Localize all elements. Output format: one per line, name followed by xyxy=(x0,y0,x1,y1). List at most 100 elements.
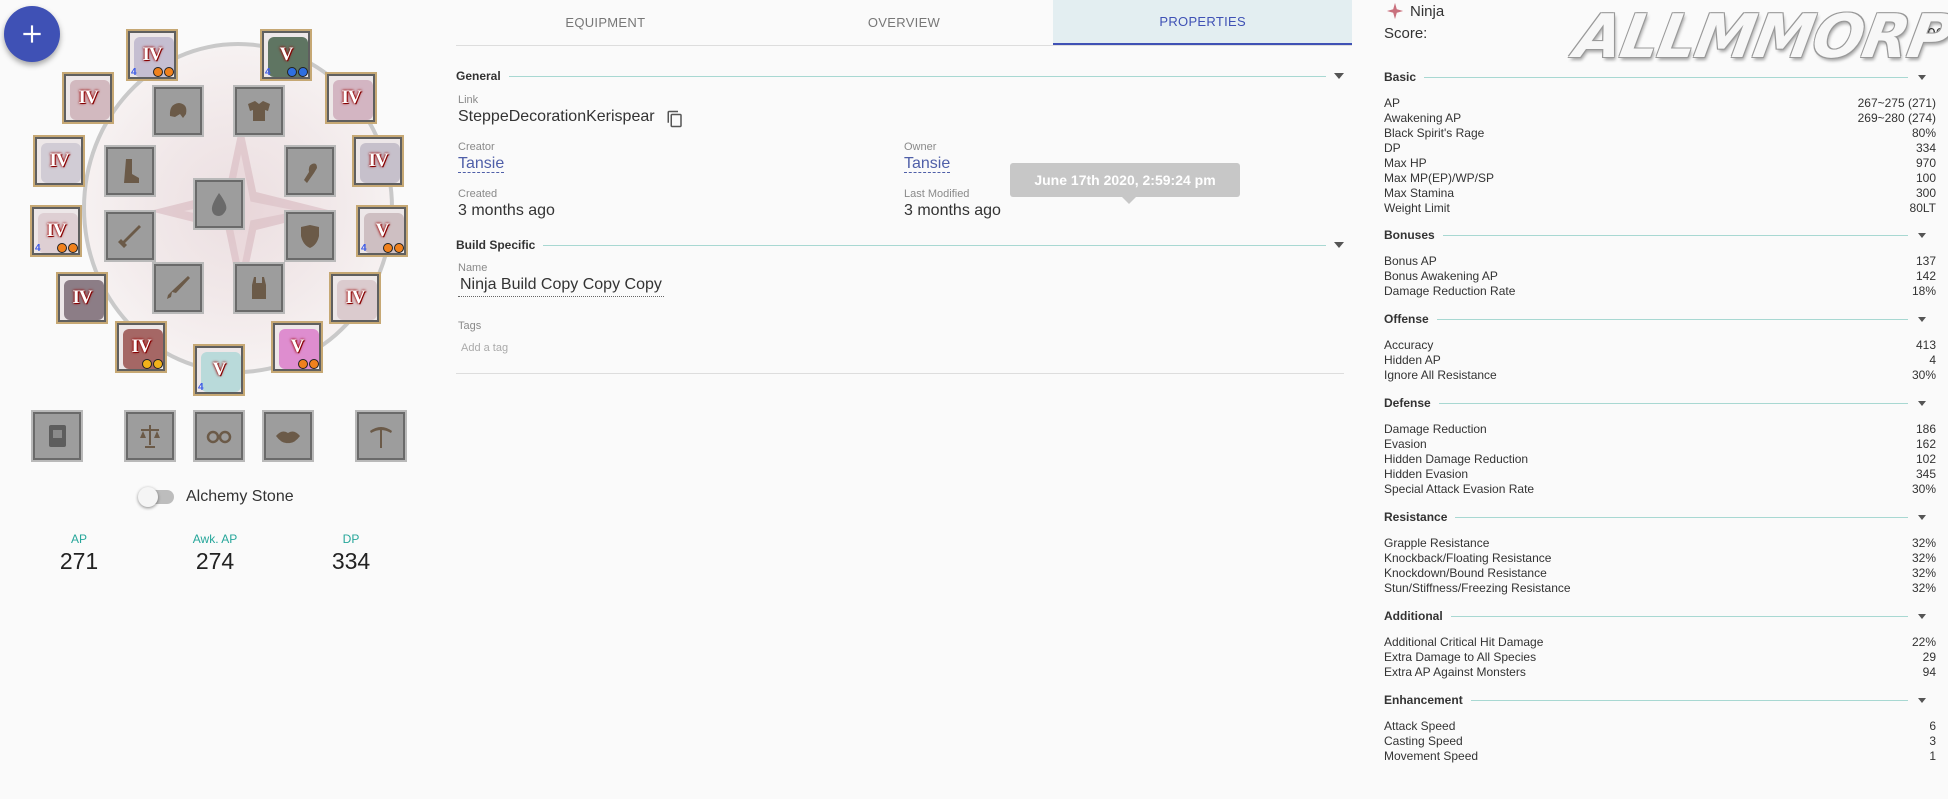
stat-row: Casting Speed 3 xyxy=(1384,734,1936,749)
add-build-button[interactable] xyxy=(4,6,60,62)
gear-slot-ring-1[interactable]: IV xyxy=(62,72,114,124)
section-defense-header[interactable]: Defense xyxy=(1384,395,1930,411)
section-title: Additional xyxy=(1384,609,1443,623)
stat-row: Black Spirit's Rage 80% xyxy=(1384,126,1936,141)
costume-slot[interactable] xyxy=(233,262,285,314)
gear-slot-sub-weapon[interactable]: V xyxy=(271,321,323,373)
gear-slot-belt[interactable]: IV 4 xyxy=(30,205,82,257)
tab-equipment[interactable]: EQUIPMENT xyxy=(456,0,755,45)
link-value: SteppeDecorationKerispear xyxy=(458,108,655,125)
stat-value: 269~280 (274) xyxy=(1857,111,1936,125)
build-name-input[interactable]: Ninja Build Copy Copy Copy xyxy=(458,276,664,297)
build-specific-section-header[interactable]: Build Specific xyxy=(456,235,1344,255)
gear-slot-necklace-2[interactable]: V 4 xyxy=(260,29,312,81)
boots-icon xyxy=(124,159,139,183)
armor-slot[interactable] xyxy=(233,85,285,137)
item-count: 4 xyxy=(265,67,271,78)
lifeskill-slot-3[interactable] xyxy=(262,410,314,462)
enhancement-level: V xyxy=(279,44,294,65)
stat-value: 267~275 (271) xyxy=(1857,96,1936,110)
sub-weapon-slot[interactable] xyxy=(104,210,156,262)
link-field: Link SteppeDecorationKerispear xyxy=(458,94,655,126)
alchemy-stone-toggle[interactable]: Alchemy Stone xyxy=(138,487,294,507)
lifeskill-slot-2[interactable] xyxy=(193,410,245,462)
owner-link[interactable]: Tansie xyxy=(904,155,951,173)
score-label: Score: xyxy=(1384,25,1428,42)
chevron-down-icon xyxy=(1918,613,1926,619)
tags-input[interactable]: Add a tag xyxy=(458,342,508,354)
stat-value: 29 xyxy=(1922,650,1936,664)
shoes-slot[interactable] xyxy=(104,145,156,197)
stat-value: 271 xyxy=(59,548,99,574)
main-weapon-slot[interactable] xyxy=(193,178,245,230)
stat-name: Casting Speed xyxy=(1384,734,1463,748)
stat-value: 162 xyxy=(1915,437,1936,451)
lifeskill-slot-1[interactable] xyxy=(124,410,176,462)
section-bonuses-header[interactable]: Bonuses xyxy=(1384,227,1930,243)
stat-row: Accuracy 413 xyxy=(1384,338,1936,353)
copy-icon[interactable] xyxy=(666,110,684,128)
stat-name: Bonus AP xyxy=(1384,254,1437,268)
stat-value: 970 xyxy=(1915,156,1936,170)
stat-name: DP xyxy=(1384,141,1401,155)
helmet-slot[interactable] xyxy=(152,85,204,137)
chevron-down-icon xyxy=(1918,514,1926,520)
stat-awk-ap: Awk. AP 274 xyxy=(170,532,260,575)
gloves-slot[interactable] xyxy=(284,145,336,197)
enhancement-level: IV xyxy=(131,336,151,357)
stat-name: Awakening AP xyxy=(1384,111,1462,125)
stat-label: Awk. AP xyxy=(192,532,238,546)
section-offense-header[interactable]: Offense xyxy=(1384,311,1930,327)
gear-slot-necklace-1[interactable]: IV 4 xyxy=(126,29,178,81)
tab-properties[interactable]: PROPERTIES xyxy=(1053,0,1353,45)
awakening-weapon-slot[interactable] xyxy=(152,262,204,314)
section-resistance-header[interactable]: Resistance xyxy=(1384,509,1930,525)
toggle-switch[interactable] xyxy=(138,487,174,507)
gear-slot-main-weapon[interactable]: IV xyxy=(115,321,167,373)
class-name: Ninja xyxy=(1410,2,1445,20)
last-modified-value[interactable]: 3 months ago xyxy=(904,202,1001,220)
stat-value: 32% xyxy=(1911,581,1936,595)
stat-value: 334 xyxy=(1915,141,1936,155)
glasses-icon xyxy=(206,430,232,444)
stat-name: Damage Reduction xyxy=(1384,422,1487,436)
gear-slot-shoes[interactable]: IV xyxy=(56,272,108,324)
watermark-logo: ALLMMORPG.RU xyxy=(1569,2,1948,72)
stat-label: AP xyxy=(70,532,87,546)
stat-value: 137 xyxy=(1915,254,1936,268)
crystal-sockets xyxy=(287,67,308,77)
stat-row: Max HP 970 xyxy=(1384,156,1936,171)
gear-slot-awakening-weapon[interactable]: V 4 xyxy=(193,344,245,396)
book-slot[interactable] xyxy=(31,410,83,462)
lifeskill-slot-4[interactable] xyxy=(355,410,407,462)
shield-slot[interactable] xyxy=(284,210,336,262)
creator-link[interactable]: Tansie xyxy=(458,155,505,173)
owner-field: Owner Tansie xyxy=(904,141,951,173)
section-title: General xyxy=(456,69,501,83)
stat-name: Grapple Resistance xyxy=(1384,536,1490,550)
stat-value: 32% xyxy=(1911,566,1936,580)
gear-slot-earring-2[interactable]: IV xyxy=(352,135,404,187)
gear-slot-helmet[interactable]: IV xyxy=(329,272,381,324)
tab-overview[interactable]: OVERVIEW xyxy=(755,0,1054,45)
gear-slot-gloves[interactable]: V 4 xyxy=(356,205,408,257)
gear-slot-ring-2[interactable]: IV xyxy=(325,72,377,124)
chevron-down-icon xyxy=(1918,316,1926,322)
crystal-sockets xyxy=(57,243,78,253)
general-section-header[interactable]: General xyxy=(456,66,1344,86)
gear-slot-earring-1[interactable]: IV xyxy=(33,135,85,187)
stat-name: Hidden Damage Reduction xyxy=(1384,452,1529,466)
enhancement-level: IV xyxy=(368,150,388,171)
stat-label: DP xyxy=(342,532,360,546)
stat-name: Additional Critical Hit Damage xyxy=(1384,635,1544,649)
stat-value: 30% xyxy=(1911,482,1936,496)
section-enhancement-header[interactable]: Enhancement xyxy=(1384,692,1930,708)
stat-name: Weight Limit xyxy=(1384,201,1450,215)
section-additional-header[interactable]: Additional xyxy=(1384,608,1930,624)
field-label: Created xyxy=(458,188,498,200)
chevron-down-icon xyxy=(1918,697,1926,703)
stat-row: Damage Reduction 186 xyxy=(1384,422,1936,437)
stat-row: AP 267~275 (271) xyxy=(1384,96,1936,111)
enhancement-level: V xyxy=(290,336,305,357)
stat-value: 102 xyxy=(1915,452,1936,466)
